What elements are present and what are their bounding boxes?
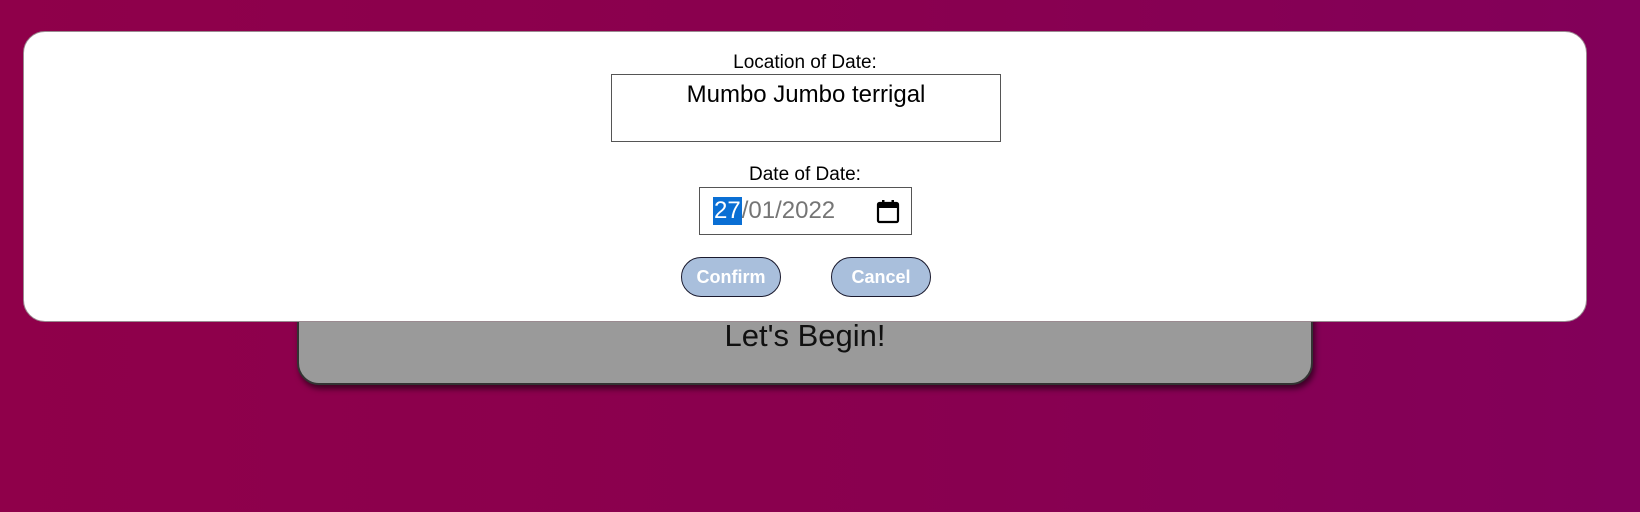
date-input[interactable]: 27 / 01 / 2022: [699, 187, 912, 235]
date-year-segment[interactable]: 2022: [782, 197, 835, 225]
location-label: Location of Date:: [733, 52, 877, 73]
date-details-modal: Location of Date: Mumbo Jumbo terrigal D…: [23, 31, 1587, 322]
date-separator: /: [775, 197, 782, 224]
cancel-button[interactable]: Cancel: [831, 257, 931, 297]
date-day-segment[interactable]: 27: [713, 197, 742, 225]
calendar-icon[interactable]: [876, 199, 900, 224]
date-label: Date of Date:: [749, 164, 861, 185]
location-input[interactable]: Mumbo Jumbo terrigal: [611, 74, 1001, 142]
date-separator: /: [741, 197, 749, 224]
confirm-button[interactable]: Confirm: [681, 257, 781, 297]
date-month-segment[interactable]: 01: [748, 197, 775, 225]
lets-begin-title: Let's Begin!: [724, 318, 886, 353]
